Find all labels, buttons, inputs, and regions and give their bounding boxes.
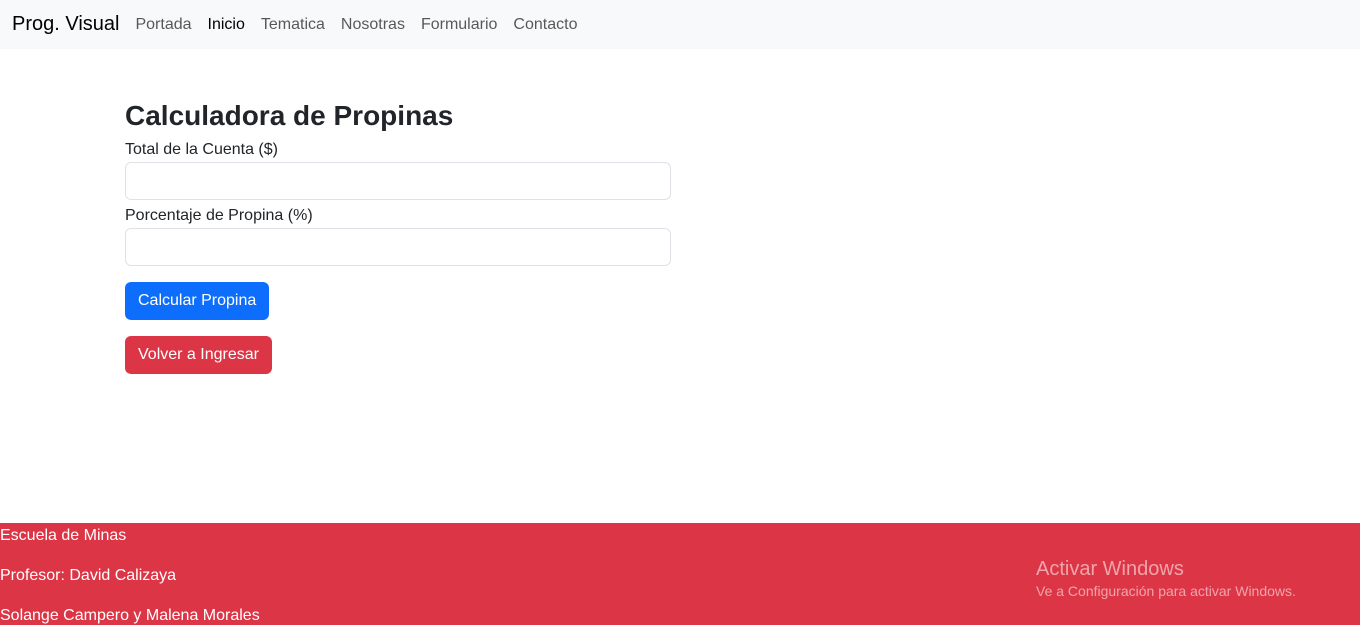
nav-link-portada[interactable]: Portada: [135, 0, 191, 49]
reset-button[interactable]: Volver a Ingresar: [125, 336, 272, 374]
watermark-title: Activar Windows: [1036, 558, 1184, 580]
navbar-brand[interactable]: Prog. Visual: [12, 0, 119, 49]
total-input[interactable]: [125, 162, 671, 200]
nav-link-tematica[interactable]: Tematica: [261, 0, 325, 49]
navbar: Prog. Visual Portada Inicio Tematica Nos…: [0, 0, 1360, 49]
percent-input[interactable]: [125, 228, 671, 266]
footer-authors: Solange Campero y Malena Morales: [0, 607, 260, 624]
windows-activation-watermark: Activar Windows Ve a Configuración para …: [1036, 556, 1296, 600]
nav-link-formulario[interactable]: Formulario: [421, 0, 497, 49]
tip-calculator-form: Calculadora de Propinas Total de la Cuen…: [125, 98, 671, 374]
total-label: Total de la Cuenta ($): [125, 141, 278, 158]
calculate-button[interactable]: Calcular Propina: [125, 282, 270, 320]
nav-link-nosotras[interactable]: Nosotras: [341, 0, 405, 49]
nav-link-inicio[interactable]: Inicio: [208, 0, 245, 49]
percent-label: Porcentaje de Propina (%): [125, 207, 313, 224]
page-title: Calculadora de Propinas: [125, 100, 454, 131]
nav-link-contacto[interactable]: Contacto: [513, 0, 577, 49]
footer-school: Escuela de Minas: [0, 527, 127, 544]
footer-professor: Profesor: David Calizaya: [0, 567, 177, 584]
watermark-subtitle: Ve a Configuración para activar Windows.: [1036, 583, 1296, 599]
